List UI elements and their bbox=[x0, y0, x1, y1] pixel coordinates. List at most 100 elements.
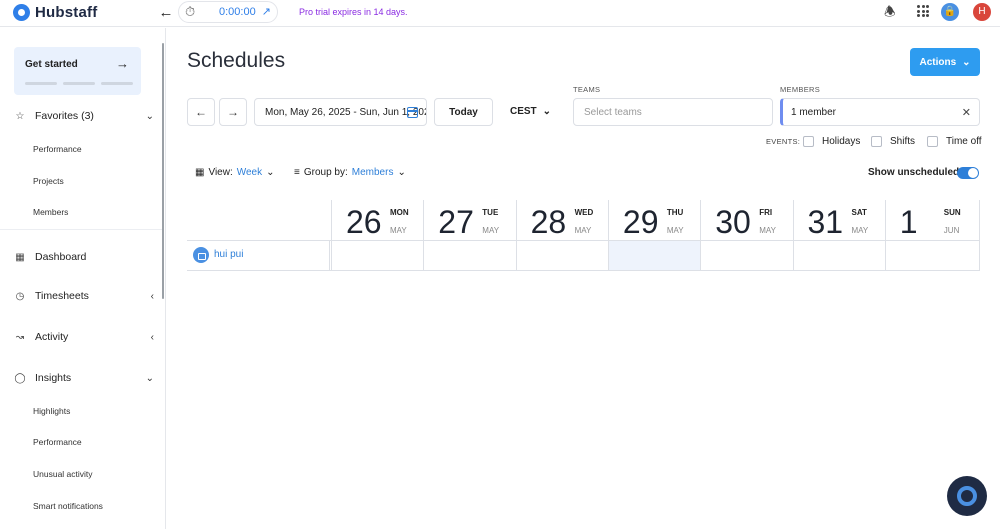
member-name[interactable]: hui pui bbox=[214, 249, 243, 260]
day-month: MAY bbox=[851, 226, 869, 235]
actions-button[interactable]: Actions ⌄ bbox=[910, 48, 980, 76]
checkbox-label: Holidays bbox=[822, 136, 861, 147]
day-number: 29 bbox=[622, 204, 659, 240]
organization-lock-icon[interactable]: 🔒 bbox=[941, 3, 959, 21]
day-number: 1 bbox=[899, 204, 918, 240]
expand-timer-icon[interactable]: ↗ bbox=[262, 5, 271, 18]
day-column-sat: 31 SAT MAY bbox=[792, 200, 885, 271]
date-range-value: Mon, May 26, 2025 - Sun, Jun 1, 2025 bbox=[265, 106, 427, 118]
schedule-cell[interactable] bbox=[332, 241, 423, 270]
members-label: MEMBERS bbox=[780, 85, 821, 94]
sidebar-subitem-performance[interactable]: Performance bbox=[33, 144, 82, 154]
day-number: 30 bbox=[715, 204, 751, 240]
show-unscheduled-toggle[interactable] bbox=[957, 167, 979, 179]
day-column-thu: 29 THU MAY bbox=[607, 200, 700, 271]
get-started-card[interactable]: Get started → bbox=[14, 47, 141, 95]
apps-grid-icon[interactable] bbox=[917, 5, 929, 17]
top-bar: Hubstaff ← ⏱ 0:00:00 ↗ Pro trial expires… bbox=[0, 0, 1000, 27]
sidebar-item-activity[interactable]: ↝ Activity ‹ bbox=[14, 331, 154, 343]
day-name: FRI bbox=[759, 208, 773, 217]
schedule-calendar: hui pui 26 MON MAY 27 TUE MAY 28 WED MAY 29 THU MAY… bbox=[187, 200, 980, 271]
schedule-cell[interactable] bbox=[608, 241, 700, 270]
day-name: TUE bbox=[482, 208, 499, 217]
sidebar-item-label: Insights bbox=[35, 372, 72, 384]
previous-week-button[interactable]: ← bbox=[187, 98, 215, 126]
arrow-right-icon: → bbox=[116, 56, 129, 71]
group-by-select[interactable]: ≡ Group by: Members ⌄ bbox=[294, 167, 406, 178]
day-month: MAY bbox=[759, 226, 776, 235]
sidebar-subitem-members[interactable]: Members bbox=[33, 207, 68, 217]
sidebar-scrollbar[interactable] bbox=[162, 43, 164, 299]
day-number: 31 bbox=[807, 204, 844, 240]
next-week-button[interactable]: → bbox=[219, 98, 247, 126]
date-range-picker[interactable]: Mon, May 26, 2025 - Sun, Jun 1, 2025 bbox=[254, 98, 427, 126]
shifts-checkbox[interactable]: Shifts bbox=[871, 136, 915, 147]
sidebar-divider bbox=[0, 229, 162, 230]
timer-widget[interactable]: ⏱ 0:00:00 ↗ bbox=[178, 1, 278, 23]
day-name: SUN bbox=[943, 208, 961, 217]
close-icon[interactable]: ✕ bbox=[962, 106, 971, 119]
hubstaff-logo-icon bbox=[13, 4, 30, 21]
checkbox-label: Time off bbox=[946, 136, 982, 147]
actions-label: Actions bbox=[919, 56, 957, 68]
schedule-cell[interactable] bbox=[701, 241, 792, 270]
sidebar-item-timesheets[interactable]: ◷ Timesheets ‹ bbox=[14, 290, 154, 302]
checkbox-box[interactable] bbox=[803, 136, 814, 147]
hubstaff-assistant-button[interactable] bbox=[947, 476, 987, 516]
time-off-checkbox[interactable]: Time off bbox=[927, 136, 982, 147]
sidebar-subitem-smart-notifications[interactable]: Smart notifications bbox=[33, 501, 103, 511]
view-value: Week bbox=[236, 167, 263, 178]
chevron-down-icon: ⌄ bbox=[145, 110, 154, 122]
sidebar-subitem-performance[interactable]: Performance bbox=[33, 437, 82, 447]
day-month: MAY bbox=[482, 226, 500, 235]
member-row-header[interactable]: hui pui bbox=[187, 241, 330, 270]
hubstaff-logo[interactable]: Hubstaff bbox=[13, 4, 97, 21]
checkbox-label: Shifts bbox=[890, 136, 916, 147]
schedule-cell[interactable] bbox=[794, 241, 885, 270]
sidebar-item-label: Dashboard bbox=[35, 251, 87, 263]
members-select[interactable]: 1 member ✕ bbox=[780, 98, 980, 126]
day-month: MAY bbox=[390, 226, 407, 235]
teams-select[interactable]: Select teams bbox=[573, 98, 773, 126]
day-name: MON bbox=[390, 208, 409, 217]
arrow-left-icon: ← bbox=[195, 105, 207, 119]
sidebar-item-label: Timesheets bbox=[35, 290, 89, 302]
page-title: Schedules bbox=[187, 49, 286, 72]
today-button[interactable]: Today bbox=[434, 98, 493, 126]
sidebar-item-label: Activity bbox=[35, 331, 69, 343]
trial-notice[interactable]: Pro trial expires in 14 days. bbox=[299, 7, 408, 17]
sidebar-subitem-highlights[interactable]: Highlights bbox=[33, 406, 70, 416]
bell-icon[interactable]: 🕭 bbox=[884, 3, 896, 25]
schedule-cell[interactable] bbox=[517, 241, 608, 270]
timezone-select[interactable]: CEST ⌄ bbox=[510, 106, 551, 117]
sidebar-item-favorites[interactable]: ☆ Favorites (3) ⌄ bbox=[14, 110, 154, 122]
checkbox-box[interactable] bbox=[871, 136, 882, 147]
day-number: 27 bbox=[438, 204, 474, 240]
view-label: View: bbox=[208, 167, 233, 178]
hubstaff-logo-icon bbox=[957, 486, 977, 506]
day-column-tue: 27 TUE MAY bbox=[423, 200, 515, 271]
clock-icon: ◷ bbox=[15, 290, 25, 302]
day-number: 28 bbox=[530, 204, 567, 240]
star-icon: ☆ bbox=[15, 110, 25, 122]
day-name: WED bbox=[574, 208, 594, 217]
day-name: THU bbox=[666, 208, 684, 217]
sidebar-subitem-projects[interactable]: Projects bbox=[33, 176, 64, 186]
holidays-checkbox[interactable]: Holidays bbox=[803, 136, 860, 147]
schedule-cell[interactable] bbox=[424, 241, 515, 270]
sidebar-subitem-unusual-activity[interactable]: Unusual activity bbox=[33, 469, 93, 479]
schedule-cell[interactable] bbox=[886, 241, 977, 270]
user-avatar[interactable]: H bbox=[973, 3, 991, 21]
arrow-right-icon: → bbox=[227, 105, 239, 119]
stopwatch-icon: ⏱ bbox=[185, 4, 196, 19]
sidebar-item-insights[interactable]: ◯ Insights ⌄ bbox=[14, 372, 154, 384]
view-select[interactable]: ▦ View: Week ⌄ bbox=[195, 167, 275, 178]
checkbox-box[interactable] bbox=[927, 136, 938, 147]
show-unscheduled-label: Show unscheduled bbox=[868, 167, 960, 178]
member-avatar-icon bbox=[193, 247, 209, 263]
day-number: 26 bbox=[346, 204, 382, 240]
collapse-sidebar-arrow-icon[interactable]: ← bbox=[157, 4, 175, 21]
calendar-icon[interactable] bbox=[407, 107, 418, 118]
day-column-mon: 26 MON MAY bbox=[331, 200, 423, 271]
sidebar-item-dashboard[interactable]: ▦ Dashboard bbox=[14, 251, 154, 263]
